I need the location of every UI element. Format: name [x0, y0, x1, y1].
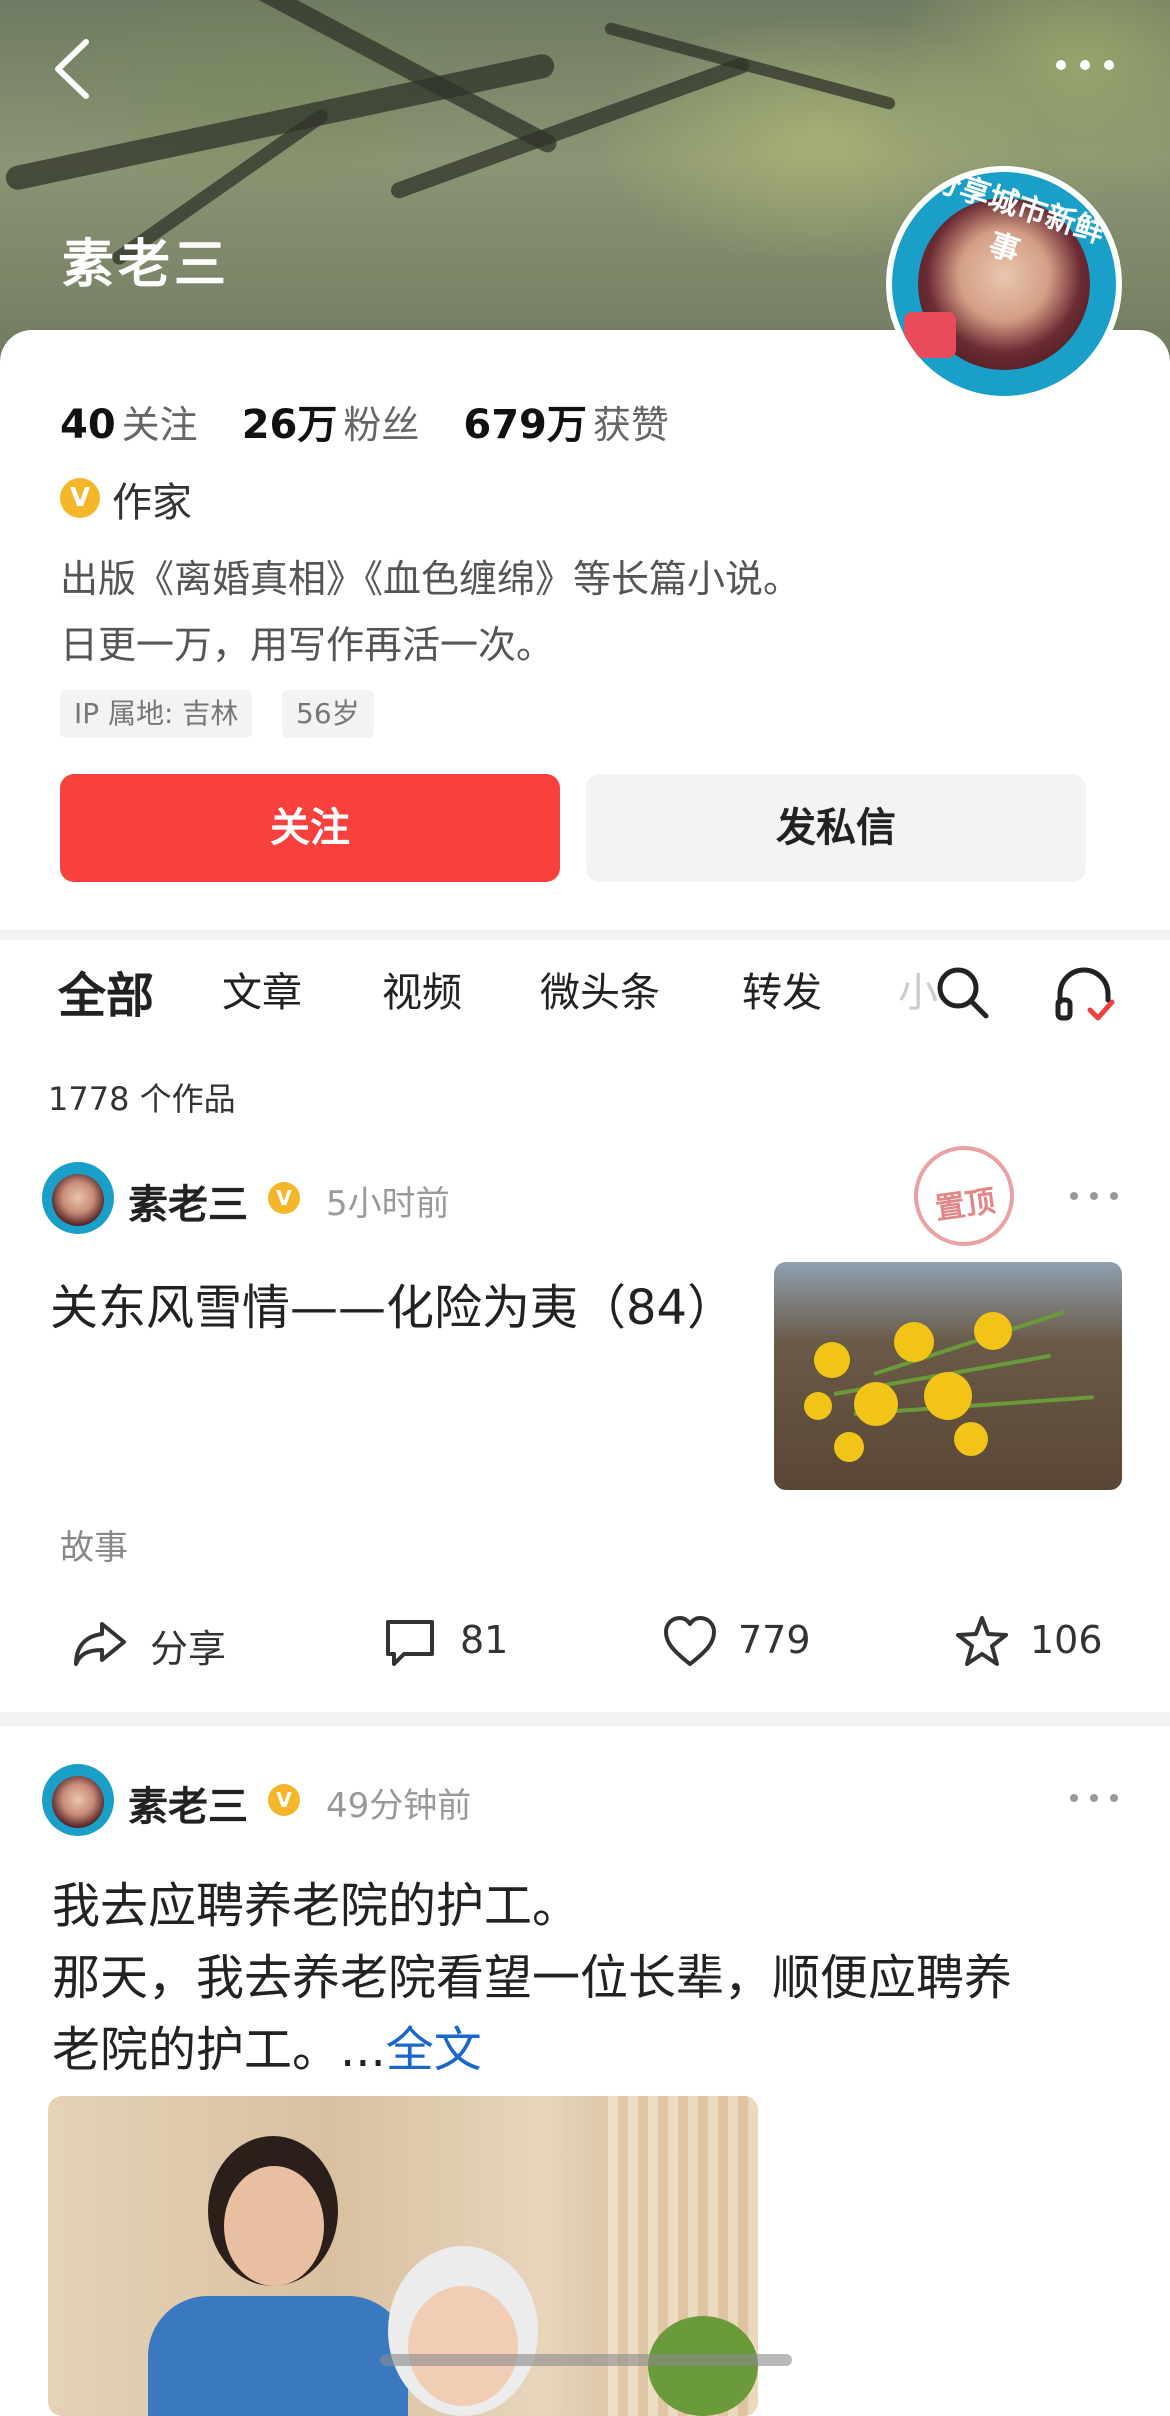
search-icon[interactable]: [934, 964, 990, 1020]
post-text-line[interactable]: 老院的护工。...全文: [52, 2010, 482, 2080]
tab-videos[interactable]: 视频: [382, 960, 462, 1018]
post-time: 49分钟前: [326, 1786, 472, 1826]
tab-reposts[interactable]: 转发: [742, 960, 822, 1018]
post-more-icon[interactable]: [1070, 1192, 1120, 1202]
header-username: 素老三: [62, 235, 231, 295]
likes-count[interactable]: 679万 获赞: [463, 402, 713, 448]
post-time: 5小时前: [326, 1184, 450, 1224]
post-image[interactable]: [48, 2096, 758, 2416]
post-thumbnail[interactable]: [774, 1262, 1122, 1490]
verified-icon: V: [60, 478, 100, 518]
pinned-stamp: 置顶: [907, 1139, 1021, 1253]
age-tag: 56岁: [282, 690, 374, 738]
post-author-avatar[interactable]: [42, 1162, 114, 1234]
post-more-icon[interactable]: [1070, 1794, 1120, 1804]
full-text-link[interactable]: 全文: [386, 2022, 482, 2078]
profile-bio-line1: 出版《离婚真相》《血色缠绵》等长篇小说。: [60, 557, 802, 601]
camera-sticker-icon: [904, 312, 956, 358]
tab-more-truncated[interactable]: 小: [898, 960, 938, 1018]
post-author-avatar[interactable]: [42, 1764, 114, 1836]
followers-count[interactable]: 26万 粉丝: [242, 402, 464, 448]
headphones-icon[interactable]: [1052, 962, 1116, 1026]
verified-icon: V: [268, 1182, 300, 1214]
send-message-button[interactable]: 发私信: [586, 774, 1086, 882]
ip-location-tag: IP 属地: 吉林: [60, 690, 253, 738]
works-count: 1778 个作品: [48, 1080, 236, 1118]
post-category: 故事: [60, 1528, 128, 1568]
star-icon: [956, 1616, 1008, 1666]
comment-icon: [386, 1620, 434, 1666]
post-title[interactable]: 关东风雪情——化险为夷（84）: [50, 1268, 735, 1338]
post-text-line[interactable]: 我去应聘养老院的护工。: [52, 1866, 580, 1936]
share-icon: [74, 1622, 126, 1666]
tab-micro-posts[interactable]: 微头条: [540, 960, 660, 1018]
post-author-name[interactable]: 素老三: [128, 1172, 248, 1230]
follow-button[interactable]: 关注: [60, 774, 560, 882]
section-divider: [0, 1712, 1170, 1726]
more-options-icon[interactable]: [1052, 48, 1118, 82]
tab-articles[interactable]: 文章: [222, 960, 302, 1018]
back-icon[interactable]: [48, 36, 98, 102]
profile-avatar[interactable]: 分享城市新鲜事: [886, 166, 1122, 402]
tab-all[interactable]: 全部: [58, 956, 154, 1026]
post-author-name[interactable]: 素老三: [128, 1774, 248, 1832]
verified-icon: V: [268, 1784, 300, 1816]
profile-bio-line2: 日更一万，用写作再活一次。: [60, 623, 555, 667]
profile-role: 作家: [112, 480, 192, 526]
following-count[interactable]: 40 关注: [60, 402, 242, 448]
profile-stats: 40 关注 26万 粉丝 679万 获赞: [60, 392, 713, 450]
post-text-line[interactable]: 那天，我去养老院看望一位长辈，顺便应聘养: [52, 1938, 1012, 2008]
home-indicator[interactable]: [380, 2354, 792, 2366]
heart-icon: [664, 1616, 716, 1666]
